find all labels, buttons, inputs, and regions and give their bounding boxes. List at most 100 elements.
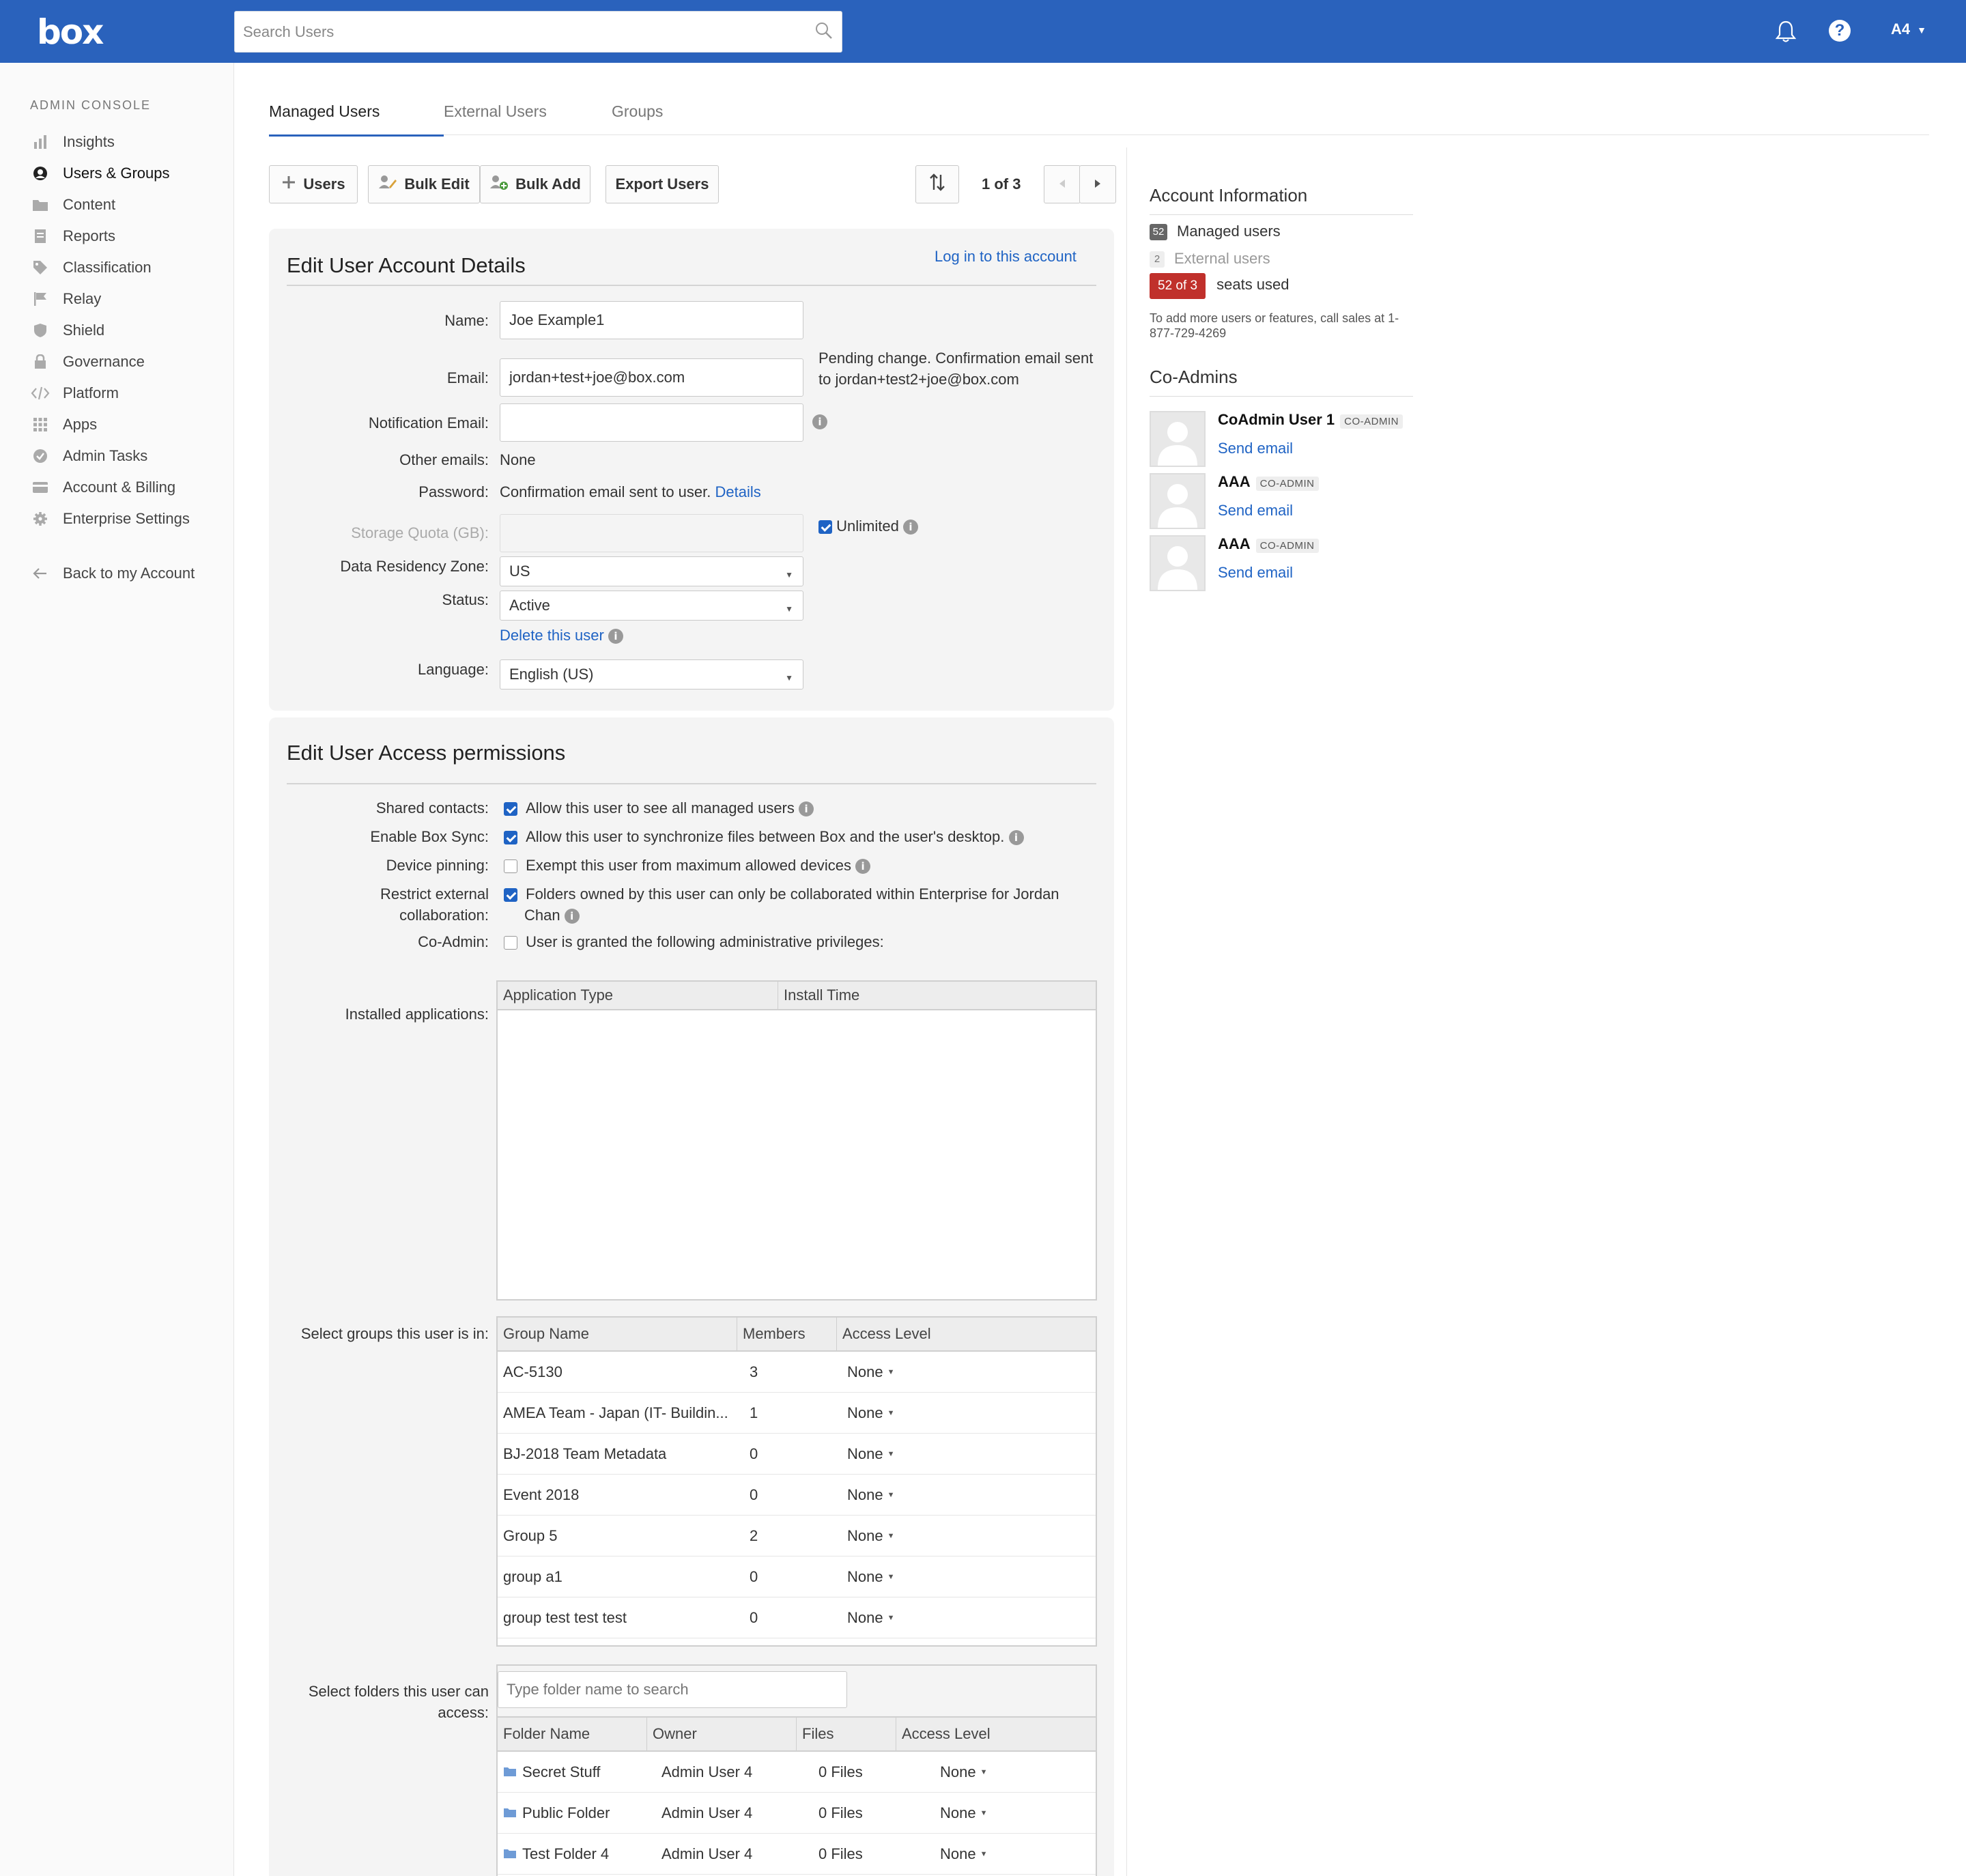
send-email-link[interactable]: Send email (1218, 502, 1293, 520)
info-icon[interactable]: i (564, 909, 580, 924)
table-header: Folder Name Owner Files Access Level (498, 1718, 1096, 1752)
sidebar-item-enterprise-settings[interactable]: Enterprise Settings (30, 505, 190, 532)
unlimited-checkbox[interactable] (818, 520, 832, 535)
add-users-button[interactable]: Users (269, 165, 358, 203)
table-row[interactable]: group a1 0 None ▼ (498, 1557, 1096, 1597)
column-header[interactable]: Access Level (896, 1718, 1096, 1750)
access-level-dropdown[interactable]: None ▼ (940, 1834, 987, 1875)
sidebar-item-reports[interactable]: Reports (30, 223, 115, 250)
table-row[interactable]: AMEA Team - Japan (IT- Buildin... 1 None… (498, 1393, 1096, 1434)
restrict-collab-checkbox[interactable] (504, 888, 517, 903)
send-email-link[interactable]: Send email (1218, 440, 1293, 457)
co-admin-option[interactable]: User is granted the following administra… (504, 931, 884, 952)
bulk-add-button[interactable]: Bulk Add (480, 165, 590, 203)
login-to-account-link[interactable]: Log in to this account (935, 248, 1077, 266)
column-header[interactable]: Files (797, 1718, 896, 1750)
delete-user-link[interactable]: Delete this user (500, 627, 604, 644)
send-email-link[interactable]: Send email (1218, 564, 1293, 582)
access-level-dropdown[interactable]: None ▼ (940, 1793, 987, 1834)
column-header[interactable]: Group Name (498, 1318, 737, 1350)
notification-email-field[interactable] (500, 403, 803, 442)
sidebar-item-platform[interactable]: Platform (30, 380, 119, 407)
column-header[interactable]: Install Time (778, 982, 1096, 1009)
sidebar-item-apps[interactable]: Apps (30, 411, 97, 438)
sidebar-item-insights[interactable]: Insights (30, 128, 115, 156)
folder-icon (30, 197, 51, 212)
status-select[interactable]: Active ▼ (500, 591, 803, 621)
restrict-collab-option[interactable]: Folders owned by this user can only be c… (504, 883, 1059, 905)
access-level-dropdown[interactable]: None ▼ (847, 1516, 894, 1557)
help-icon[interactable]: ? (1829, 20, 1851, 42)
prev-page-button[interactable] (1044, 165, 1081, 203)
search-input[interactable] (235, 12, 781, 52)
column-header[interactable]: Access Level (837, 1318, 1096, 1350)
dropdown-caret-icon: ▼ (785, 570, 793, 580)
access-level-dropdown[interactable]: None ▼ (847, 1352, 894, 1393)
box-logo[interactable]: box (37, 12, 104, 52)
sidebar-item-label: Classification (63, 259, 152, 276)
sidebar-item-classification[interactable]: Classification (30, 254, 152, 281)
sidebar-item-governance[interactable]: Governance (30, 348, 145, 375)
user-menu[interactable]: A4 ▼ (1891, 20, 1926, 38)
box-sync-checkbox[interactable] (504, 831, 517, 845)
search-icon[interactable] (814, 21, 834, 44)
device-pinning-checkbox[interactable] (504, 859, 517, 874)
password-details-link[interactable]: Details (715, 483, 761, 500)
sidebar-item-account-billing[interactable]: Account & Billing (30, 474, 175, 501)
folder-search-input[interactable] (498, 1671, 847, 1708)
table-row[interactable]: BJ-2018 Team Metadata 0 None ▼ (498, 1434, 1096, 1475)
access-level-dropdown[interactable]: None ▼ (847, 1557, 894, 1597)
info-icon[interactable]: i (608, 629, 623, 644)
column-header[interactable]: Owner (647, 1718, 797, 1750)
co-admin-checkbox[interactable] (504, 936, 517, 950)
sidebar-item-relay[interactable]: Relay (30, 285, 101, 313)
info-icon[interactable]: i (799, 801, 814, 817)
info-icon[interactable]: i (1008, 830, 1024, 846)
sort-arrows-icon (928, 172, 946, 197)
access-level-dropdown[interactable]: None ▼ (847, 1393, 894, 1434)
bulk-edit-button[interactable]: Bulk Edit (368, 165, 480, 203)
group-name: group test test test (503, 1609, 627, 1626)
table-row[interactable]: AC-5130 3 None ▼ (498, 1352, 1096, 1393)
sidebar-item-shield[interactable]: Shield (30, 317, 104, 344)
access-level-dropdown[interactable]: None ▼ (847, 1434, 894, 1475)
sidebar-item-content[interactable]: Content (30, 191, 115, 218)
unlimited-option[interactable]: Unlimited i (818, 517, 918, 535)
table-row[interactable]: Public Folder Admin User 4 0 Files None ▼ (498, 1793, 1096, 1834)
box-sync-option[interactable]: Allow this user to synchronize files bet… (504, 826, 1024, 847)
search-users-box (234, 11, 842, 53)
column-header[interactable]: Application Type (498, 982, 778, 1009)
next-page-button[interactable] (1079, 165, 1116, 203)
data-residency-select[interactable]: US ▼ (500, 556, 803, 586)
info-icon[interactable]: i (855, 859, 871, 875)
tab-groups[interactable]: Groups (612, 102, 663, 134)
back-to-account-link[interactable]: Back to my Account (30, 560, 195, 587)
access-level-dropdown[interactable]: None ▼ (940, 1752, 987, 1793)
email-field[interactable]: jordan+test+joe@box.com (500, 358, 803, 397)
shared-contacts-option[interactable]: Allow this user to see all managed users… (504, 797, 814, 819)
table-row[interactable]: Group 5 2 None ▼ (498, 1516, 1096, 1557)
info-icon[interactable]: i (812, 414, 827, 429)
info-icon[interactable]: i (902, 520, 918, 535)
sort-button[interactable] (915, 165, 959, 203)
export-users-button[interactable]: Export Users (606, 165, 719, 203)
access-level-dropdown[interactable]: None ▼ (847, 1475, 894, 1516)
table-row[interactable]: Event 2018 0 None ▼ (498, 1475, 1096, 1516)
notification-bell-icon[interactable] (1773, 19, 1798, 48)
table-row[interactable]: Secret Stuff Admin User 4 0 Files None ▼ (498, 1752, 1096, 1793)
column-header[interactable]: Members (737, 1318, 837, 1350)
tab-external-users[interactable]: External Users (444, 102, 547, 134)
device-pinning-option[interactable]: Exempt this user from maximum allowed de… (504, 855, 871, 876)
language-select[interactable]: English (US) ▼ (500, 659, 803, 690)
name-field[interactable]: Joe Example1 (500, 301, 803, 339)
column-header[interactable]: Folder Name (498, 1718, 647, 1750)
shared-contacts-checkbox[interactable] (504, 802, 517, 816)
access-level-dropdown[interactable]: None ▼ (847, 1597, 894, 1638)
sidebar-item-admin-tasks[interactable]: Admin Tasks (30, 442, 147, 470)
folder-owner: Admin User 4 (661, 1845, 753, 1862)
table-row[interactable]: group test test test 0 None ▼ (498, 1597, 1096, 1638)
tab-managed-users[interactable]: Managed Users (269, 102, 444, 137)
folder-files: 0 Files (818, 1763, 863, 1780)
sidebar-item-users-groups[interactable]: Users & Groups (30, 160, 170, 187)
table-row[interactable]: Test Folder 4 Admin User 4 0 Files None ▼ (498, 1834, 1096, 1875)
